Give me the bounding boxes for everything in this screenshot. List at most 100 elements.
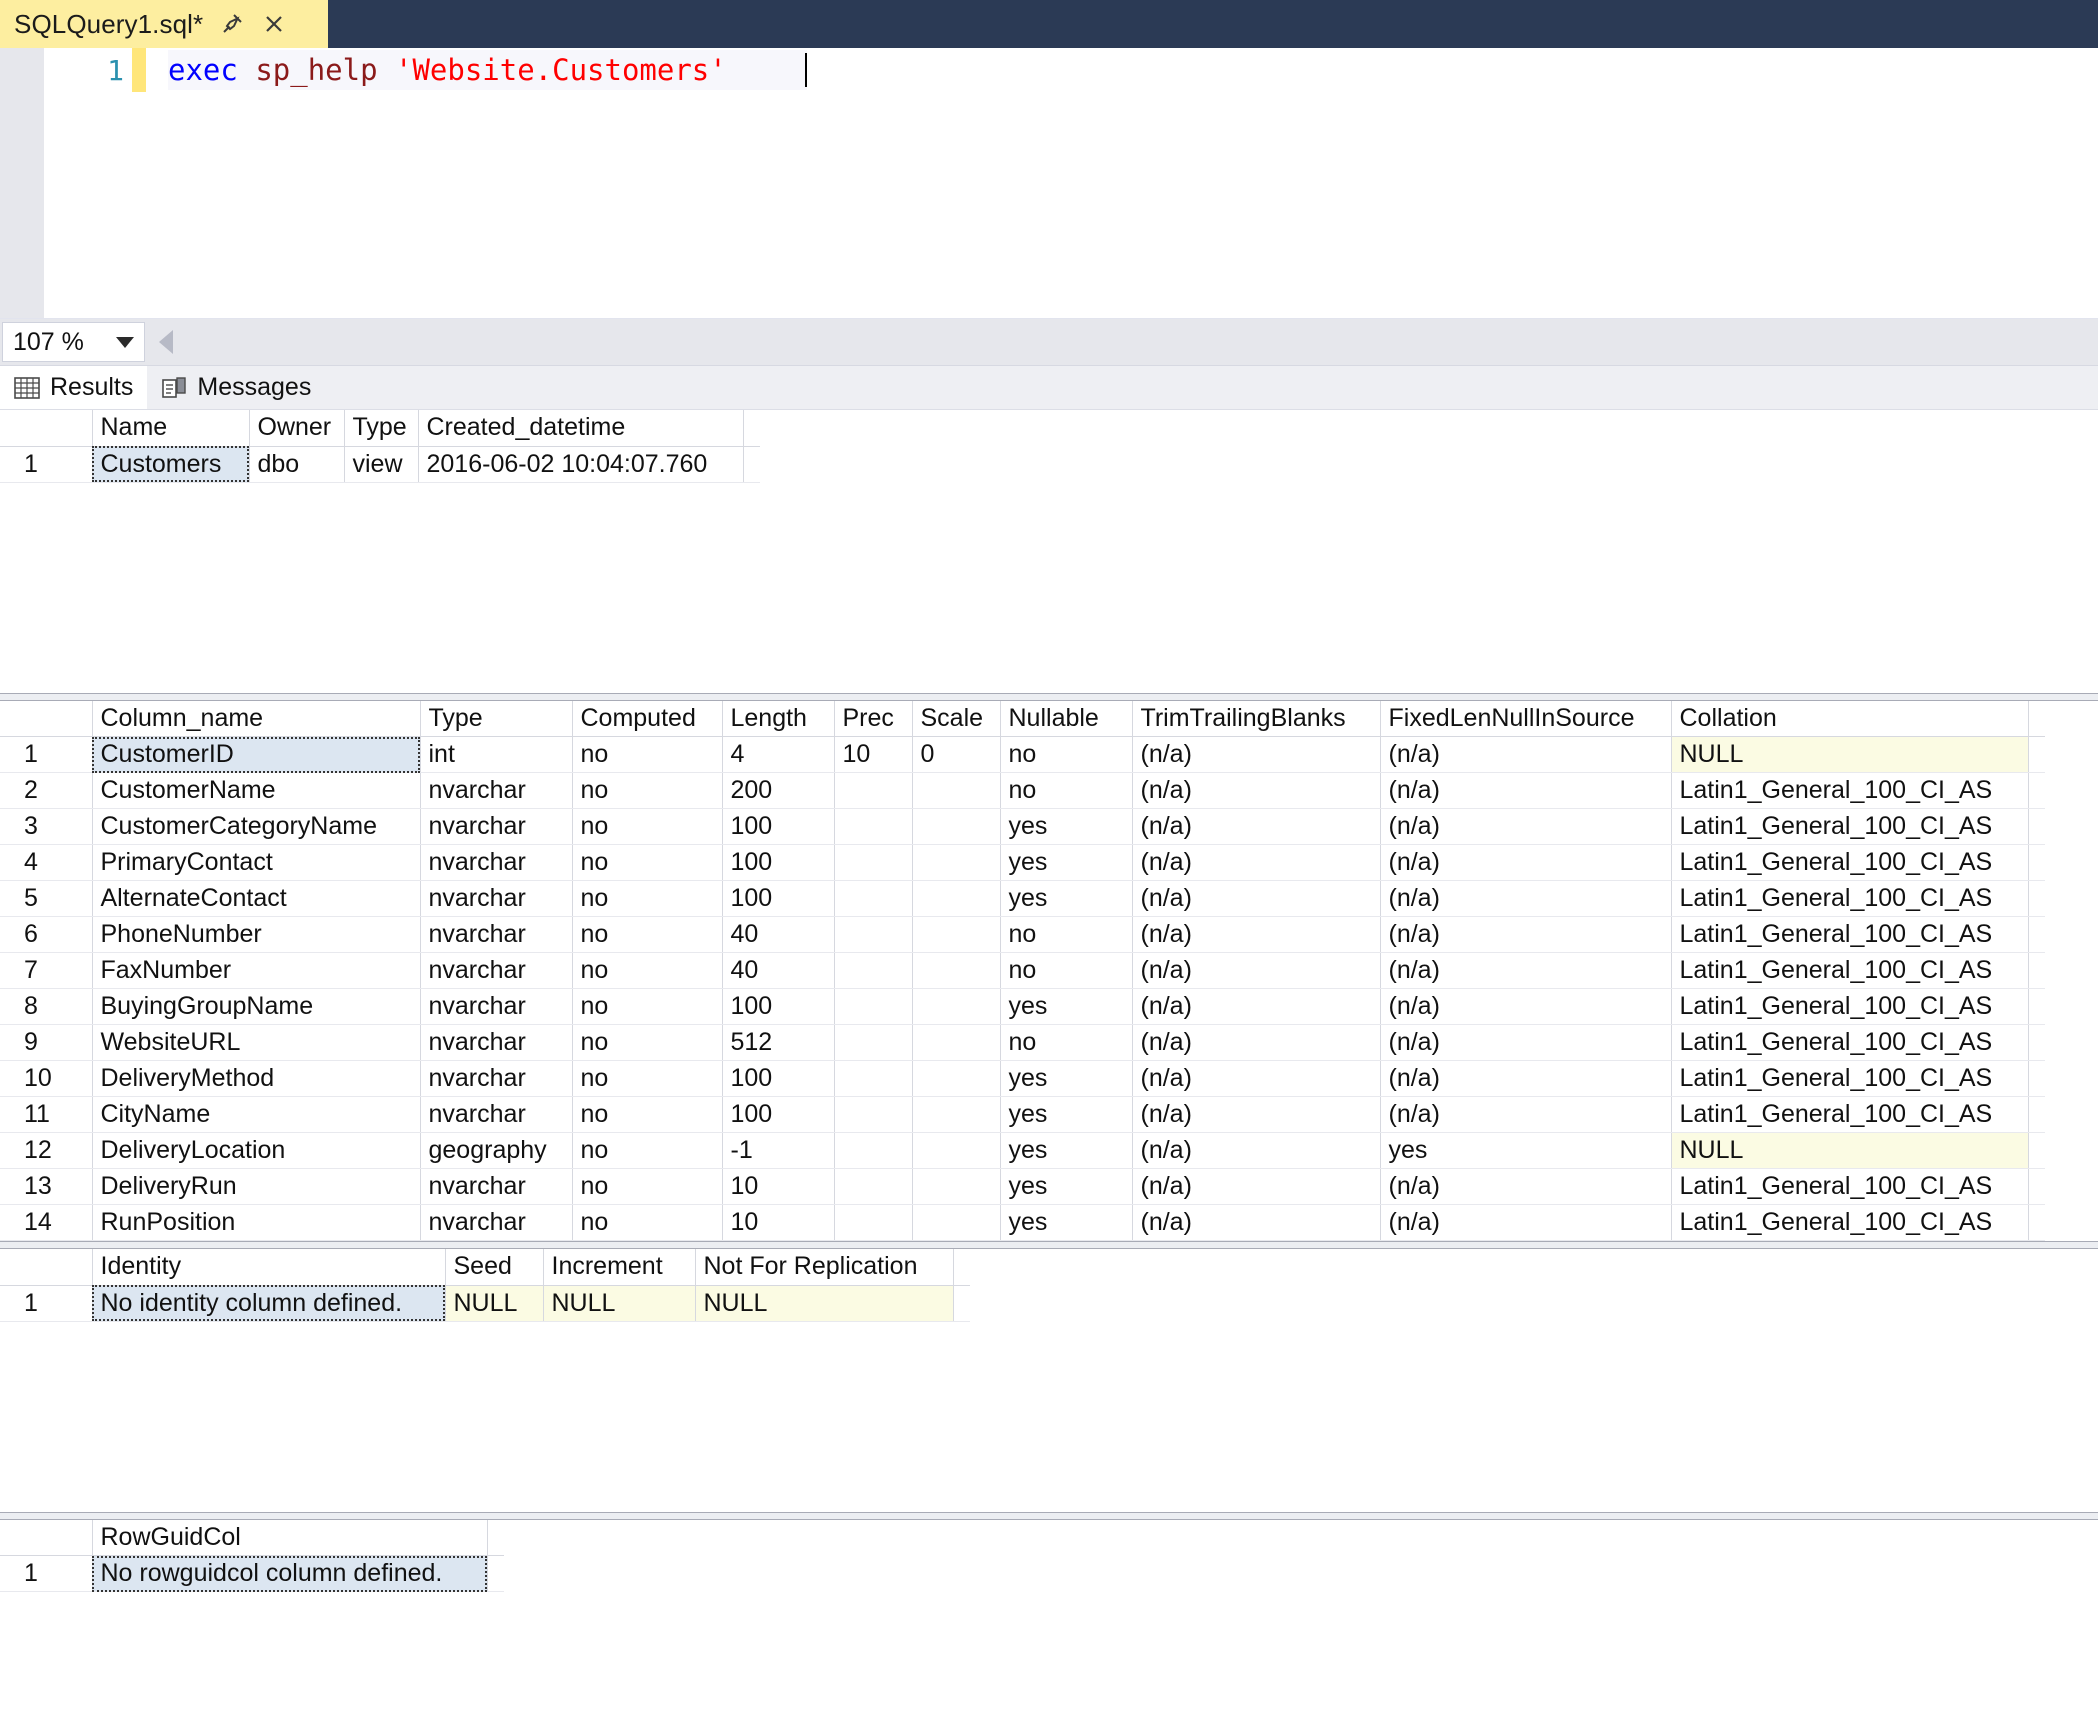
cell-computed[interactable]: no <box>572 736 723 773</box>
cell-column-name[interactable]: AlternateContact <box>92 880 421 917</box>
cell-computed[interactable]: no <box>572 844 723 881</box>
cell-collation[interactable]: NULL <box>1671 1132 2029 1169</box>
row-number[interactable]: 11 <box>0 1096 93 1133</box>
row-number[interactable]: 4 <box>0 844 93 881</box>
cell-column-name[interactable]: FaxNumber <box>92 952 421 989</box>
row-header-corner[interactable] <box>0 700 93 737</box>
cell-name[interactable]: Customers <box>92 446 250 483</box>
cell-column-name[interactable]: DeliveryRun <box>92 1168 421 1205</box>
zoom-level-dropdown[interactable]: 107 % <box>2 322 145 362</box>
cell-collation[interactable]: Latin1_General_100_CI_AS <box>1671 1168 2029 1205</box>
cell-fixedlennullinsource[interactable]: (n/a) <box>1380 808 1672 845</box>
cell-length[interactable]: 100 <box>722 808 835 845</box>
column-header-length[interactable]: Length <box>722 700 835 737</box>
cell-collation[interactable]: Latin1_General_100_CI_AS <box>1671 952 2029 989</box>
cell-owner[interactable]: dbo <box>249 446 345 483</box>
cell-scale[interactable] <box>912 988 1001 1025</box>
cell-column-name[interactable]: CityName <box>92 1096 421 1133</box>
cell-trimtrailingblanks[interactable]: (n/a) <box>1132 1060 1381 1097</box>
cell-prec[interactable] <box>834 1024 913 1061</box>
cell-collation[interactable]: NULL <box>1671 736 2029 773</box>
cell-nullable[interactable]: no <box>1000 916 1133 953</box>
cell-length[interactable]: 4 <box>722 736 835 773</box>
cell-prec[interactable] <box>834 880 913 917</box>
cell-prec[interactable] <box>834 1060 913 1097</box>
cell-type[interactable]: nvarchar <box>420 1204 573 1241</box>
cell-collation[interactable]: Latin1_General_100_CI_AS <box>1671 1060 2029 1097</box>
table-row[interactable]: 1 No rowguidcol column defined. <box>0 1555 504 1592</box>
cell-type[interactable]: nvarchar <box>420 880 573 917</box>
table-row[interactable]: 2 CustomerName nvarchar no 200 no (n/a) (n/a) La… <box>0 772 2045 809</box>
cell-length[interactable]: 40 <box>722 916 835 953</box>
cell-scale[interactable] <box>912 1204 1001 1241</box>
cell-column-name[interactable]: BuyingGroupName <box>92 988 421 1025</box>
cell-fixedlennullinsource[interactable]: (n/a) <box>1380 1096 1672 1133</box>
column-header-owner[interactable]: Owner <box>249 410 345 447</box>
cell-computed[interactable]: no <box>572 1168 723 1205</box>
cell-type[interactable]: view <box>344 446 419 483</box>
cell-computed[interactable]: no <box>572 952 723 989</box>
cell-type[interactable]: nvarchar <box>420 988 573 1025</box>
cell-collation[interactable]: Latin1_General_100_CI_AS <box>1671 844 2029 881</box>
row-number[interactable]: 1 <box>0 736 93 773</box>
table-row[interactable]: 1 No identity column defined. NULL NULL … <box>0 1285 970 1322</box>
cell-scale[interactable]: 0 <box>912 736 1001 773</box>
row-number[interactable]: 7 <box>0 952 93 989</box>
cell-prec[interactable] <box>834 772 913 809</box>
cell-computed[interactable]: no <box>572 1132 723 1169</box>
column-header-computed[interactable]: Computed <box>572 700 723 737</box>
column-header-notforrep[interactable]: Not For Replication <box>695 1249 954 1286</box>
cell-length[interactable]: 10 <box>722 1168 835 1205</box>
cell-computed[interactable]: no <box>572 772 723 809</box>
cell-length[interactable]: 40 <box>722 952 835 989</box>
cell-fixedlennullinsource[interactable]: (n/a) <box>1380 1060 1672 1097</box>
cell-type[interactable]: geography <box>420 1132 573 1169</box>
row-number[interactable]: 8 <box>0 988 93 1025</box>
cell-type[interactable]: nvarchar <box>420 1060 573 1097</box>
cell-fixedlennullinsource[interactable]: (n/a) <box>1380 736 1672 773</box>
cell-collation[interactable]: Latin1_General_100_CI_AS <box>1671 1024 2029 1061</box>
column-header-fixedlennull[interactable]: FixedLenNullInSource <box>1380 700 1672 737</box>
cell-trimtrailingblanks[interactable]: (n/a) <box>1132 1168 1381 1205</box>
cell-trimtrailingblanks[interactable]: (n/a) <box>1132 1024 1381 1061</box>
cell-computed[interactable]: no <box>572 1060 723 1097</box>
cell-nullable[interactable]: yes <box>1000 1060 1133 1097</box>
column-header-column-name[interactable]: Column_name <box>92 700 421 737</box>
table-row[interactable]: 5 AlternateContact nvarchar no 100 yes (n/a) (n… <box>0 880 2045 917</box>
cell-type[interactable]: nvarchar <box>420 808 573 845</box>
cell-length[interactable]: 100 <box>722 880 835 917</box>
cell-type[interactable]: nvarchar <box>420 772 573 809</box>
columns-grid[interactable]: Column_name Type Computed Length Prec Sc… <box>0 700 2098 1241</box>
cell-trimtrailingblanks[interactable]: (n/a) <box>1132 1132 1381 1169</box>
cell-created[interactable]: 2016-06-02 10:04:07.760 <box>418 446 744 483</box>
cell-scale[interactable] <box>912 1024 1001 1061</box>
close-icon[interactable] <box>261 11 287 37</box>
sql-editor[interactable]: 1 exec sp_help 'Website.Customers' <box>0 48 2098 319</box>
cell-column-name[interactable]: RunPosition <box>92 1204 421 1241</box>
cell-prec[interactable] <box>834 916 913 953</box>
cell-fixedlennullinsource[interactable]: (n/a) <box>1380 952 1672 989</box>
table-row[interactable]: 12 DeliveryLocation geography no -1 yes (n/a) y… <box>0 1132 2045 1169</box>
column-header-collation[interactable]: Collation <box>1671 700 2029 737</box>
row-number[interactable]: 5 <box>0 880 93 917</box>
column-header-trimtrailing[interactable]: TrimTrailingBlanks <box>1132 700 1381 737</box>
cell-nullable[interactable]: yes <box>1000 844 1133 881</box>
column-header-rowguidcol[interactable]: RowGuidCol <box>92 1519 488 1556</box>
cell-prec[interactable] <box>834 1168 913 1205</box>
tab-results[interactable]: Results <box>0 366 148 409</box>
cell-trimtrailingblanks[interactable]: (n/a) <box>1132 772 1381 809</box>
cell-column-name[interactable]: DeliveryLocation <box>92 1132 421 1169</box>
cell-scale[interactable] <box>912 808 1001 845</box>
object-info-grid[interactable]: Name Owner Type Created_datetime 1 Custo… <box>0 410 2098 693</box>
cell-nullable[interactable]: no <box>1000 736 1133 773</box>
cell-prec[interactable] <box>834 988 913 1025</box>
row-number[interactable]: 1 <box>0 1555 93 1592</box>
grid-splitter-2[interactable] <box>0 1241 2098 1249</box>
cell-type[interactable]: nvarchar <box>420 1024 573 1061</box>
cell-column-name[interactable]: PrimaryContact <box>92 844 421 881</box>
cell-length[interactable]: 100 <box>722 1060 835 1097</box>
cell-type[interactable]: nvarchar <box>420 1096 573 1133</box>
cell-fixedlennullinsource[interactable]: (n/a) <box>1380 772 1672 809</box>
cell-fixedlennullinsource[interactable]: (n/a) <box>1380 880 1672 917</box>
cell-prec[interactable] <box>834 952 913 989</box>
